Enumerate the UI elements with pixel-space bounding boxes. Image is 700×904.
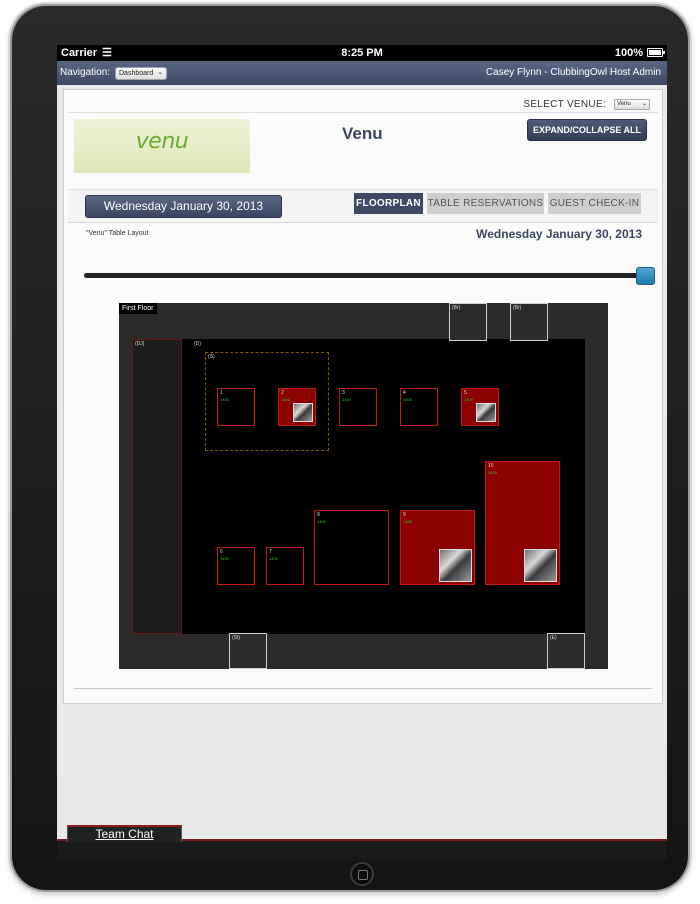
chevron-down-icon: ⌄ — [641, 101, 647, 107]
table-price: 1400 — [281, 397, 290, 402]
table-price: 1400 — [464, 397, 473, 402]
table-price: 1400 — [269, 556, 278, 561]
navigation-label: Navigation: — [60, 67, 111, 78]
table-1[interactable]: 1 1400 — [217, 388, 255, 426]
table-6[interactable]: 6 1400 — [217, 547, 255, 585]
table-number: 2 — [281, 390, 284, 396]
table-2[interactable]: 2 1400 — [278, 388, 316, 426]
venue-title: Venu — [342, 124, 383, 143]
zone-label: (DJ) — [135, 341, 145, 347]
guest-photo[interactable] — [476, 403, 496, 422]
table-number: 10 — [488, 463, 494, 469]
table-9[interactable]: 9 1400 — [400, 510, 475, 585]
table-price: 1400 — [342, 397, 351, 402]
table-number: 3 — [342, 390, 345, 396]
user-title: Casey Flynn - ClubbingOwl Host Admin — [485, 67, 661, 78]
divider — [74, 688, 652, 689]
table-number: 8 — [317, 512, 320, 518]
tab-table-reservations[interactable]: TABLE RESERVATIONS — [427, 193, 544, 214]
tab-floorplan[interactable]: FLOORPLAN — [354, 193, 423, 214]
battery-icon — [647, 48, 665, 57]
layout-date: Wednesday January 30, 2013 — [476, 227, 642, 241]
table-8[interactable]: 8 1400 — [314, 510, 389, 585]
zone-label: (S) — [208, 354, 215, 360]
chevron-down-icon: ⌄ — [157, 69, 163, 76]
time-slider-thumb[interactable] — [636, 267, 655, 285]
table-7[interactable]: 7 1400 — [266, 547, 304, 585]
date-button[interactable]: Wednesday January 30, 2013 — [85, 195, 282, 218]
dj-zone[interactable]: (DJ) — [132, 339, 182, 634]
team-chat-bar — [57, 839, 667, 860]
zone-label: (Br) — [513, 305, 522, 311]
table-price: 1400 — [403, 519, 412, 524]
status-bar: Carrier ☰ 8:25 PM 100% — [57, 45, 667, 61]
navigation-bar: Navigation: Dashboard ⌄ Casey Flynn - Cl… — [57, 61, 667, 85]
table-10[interactable]: 10 1400 — [485, 461, 560, 585]
entrance-zone[interactable]: (E) — [547, 633, 585, 669]
expand-collapse-button[interactable]: EXPAND/COLLAPSE ALL — [527, 119, 647, 141]
navigation-select-value: Dashboard — [119, 70, 154, 77]
navigation-select[interactable]: Dashboard ⌄ — [115, 67, 167, 80]
table-3[interactable]: 3 1400 — [339, 388, 377, 426]
clock: 8:25 PM — [341, 47, 383, 59]
time-slider-track[interactable] — [84, 273, 646, 278]
table-number: 9 — [403, 512, 406, 518]
stage-zone[interactable]: (St) — [229, 633, 267, 669]
venue-selector-row: SELECT VENUE: Venu ⌄ — [64, 94, 662, 112]
dance-floor-label: (D) — [194, 341, 201, 347]
zone-label: (Br) — [452, 305, 461, 311]
tab-guest-check-in[interactable]: GUEST CHECK-IN — [548, 193, 641, 214]
main-panel: SELECT VENUE: Venu ⌄ venu Venu EXPAND/CO… — [63, 89, 663, 704]
team-chat-tab[interactable]: Team Chat — [67, 825, 182, 842]
table-number: 7 — [269, 549, 272, 555]
venue-select-value: Venu — [617, 101, 631, 107]
guest-photo[interactable] — [524, 549, 557, 582]
date-tab-strip: Wednesday January 30, 2013 FLOORPLAN TAB… — [68, 189, 658, 223]
venue-logo-text: venu — [135, 129, 189, 154]
battery-percent: 100% — [614, 47, 643, 59]
bar-zone-1[interactable]: (Br) — [449, 303, 487, 341]
home-button[interactable] — [350, 862, 374, 886]
guest-photo[interactable] — [293, 403, 313, 422]
screen: Carrier ☰ 8:25 PM 100% Navigation: Dashb… — [57, 45, 667, 860]
ipad-frame: Carrier ☰ 8:25 PM 100% Navigation: Dashb… — [12, 6, 688, 890]
table-number: 6 — [220, 549, 223, 555]
floor-name: First Floor — [119, 303, 157, 314]
table-price: 1400 — [403, 397, 412, 402]
venue-select[interactable]: Venu ⌄ — [614, 99, 650, 110]
select-venue-label: SELECT VENUE: — [523, 99, 606, 110]
table-price: 1400 — [488, 470, 497, 475]
table-4[interactable]: 4 1400 — [400, 388, 438, 426]
venue-logo: venu — [74, 119, 250, 173]
floor-plan: First Floor (Br) (Br) (DJ) (D) (S) (St) — [119, 303, 608, 669]
bar-zone-2[interactable]: (Br) — [510, 303, 548, 341]
table-price: 1400 — [220, 556, 229, 561]
zone-label: (E) — [550, 635, 557, 641]
zone-label: (St) — [232, 635, 241, 641]
layout-label: "Venu" Table Layout — [86, 230, 149, 237]
table-number: 1 — [220, 390, 223, 396]
divider — [68, 112, 658, 113]
table-number: 4 — [403, 390, 406, 396]
table-5[interactable]: 5 1400 — [461, 388, 499, 426]
table-number: 5 — [464, 390, 467, 396]
table-price: 1400 — [317, 519, 326, 524]
guest-photo[interactable] — [439, 549, 472, 582]
table-price: 1400 — [220, 397, 229, 402]
